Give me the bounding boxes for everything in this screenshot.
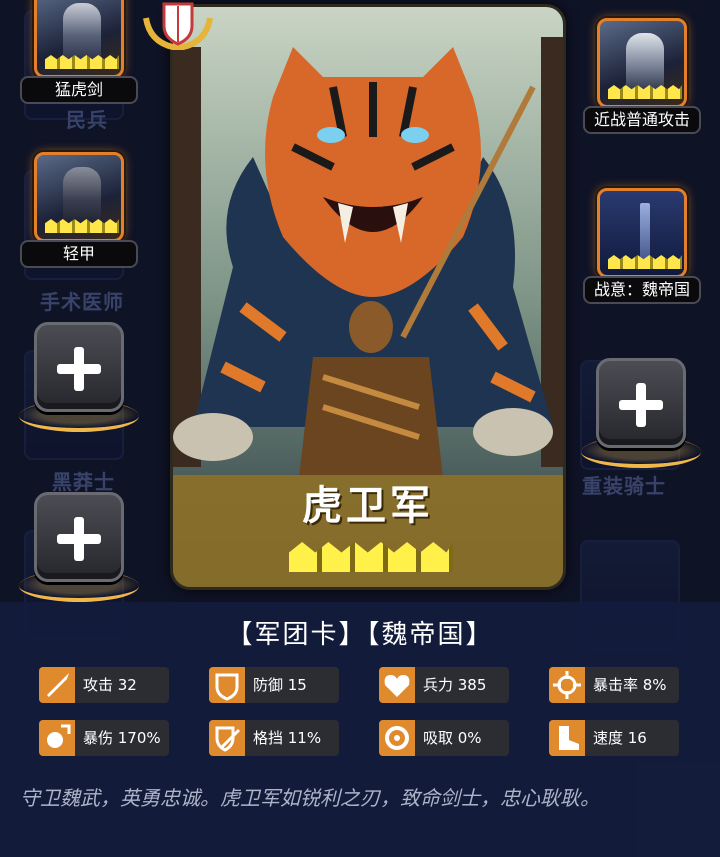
slot-label: 猛虎剑 <box>20 76 138 104</box>
background-label: 黑莽士 <box>52 470 115 494</box>
legion-card[interactable]: 虎卫军 <box>170 4 566 590</box>
stat-crit-rate: 暴击率 8% <box>549 667 679 703</box>
boot-icon <box>549 720 585 756</box>
stat-attack: 攻击 32 <box>39 667 169 703</box>
stat-label: 格挡 11% <box>253 729 322 747</box>
stat-defense: 防御 15 <box>209 667 339 703</box>
background-label: 民兵 <box>66 108 108 132</box>
slot-label: 战意：魏帝国 <box>583 276 701 304</box>
plus-icon <box>34 322 124 412</box>
absorb-icon <box>379 720 415 756</box>
stat-label: 速度 16 <box>593 729 647 747</box>
hero-name: 虎卫军 <box>302 483 434 529</box>
melee-attack-icon <box>597 18 687 108</box>
plus-icon <box>34 492 124 582</box>
skill-slot-passive[interactable]: 战意：魏帝国 <box>583 188 701 304</box>
skill-slot-attack[interactable]: 近战普通攻击 <box>583 18 701 134</box>
stat-block: 格挡 11% <box>209 720 339 756</box>
tiger-sword-icon <box>34 0 124 78</box>
stat-label: 吸取 0% <box>423 729 482 747</box>
parry-icon <box>209 720 245 756</box>
empty-slot-button[interactable] <box>581 358 701 478</box>
light-armor-icon <box>34 152 124 242</box>
stat-label: 兵力 385 <box>423 676 487 694</box>
card-tags: 【军团卡】【魏帝国】 <box>226 620 494 650</box>
stat-speed: 速度 16 <box>549 720 679 756</box>
sword-icon <box>39 667 75 703</box>
stat-label: 暴伤 170% <box>83 729 161 747</box>
stat-lifesteal: 吸取 0% <box>379 720 509 756</box>
background-label: 手术医师 <box>40 290 124 314</box>
equip-slot-weapon[interactable]: 猛虎剑 <box>20 0 138 104</box>
crosshair-icon <box>549 667 585 703</box>
stat-troops: 兵力 385 <box>379 667 509 703</box>
slot-label: 轻甲 <box>20 240 138 268</box>
shield-icon <box>209 667 245 703</box>
burst-icon <box>39 720 75 756</box>
stat-label: 攻击 32 <box>83 676 137 694</box>
shield-laurel-icon <box>143 2 213 50</box>
empty-slot-button[interactable] <box>19 322 139 442</box>
plus-icon <box>596 358 686 448</box>
sword-aura-icon <box>597 188 687 278</box>
card-description: 守卫魏武，英勇忠诚。虎卫军如锐利之刃，致命剑士，忠心耿耿。 <box>20 786 600 810</box>
stat-label: 暴击率 8% <box>593 676 667 694</box>
equip-slot-armor[interactable]: 轻甲 <box>20 152 138 268</box>
info-panel: 【军团卡】【魏帝国】 攻击 32 防御 15 兵力 385 暴击率 8% 暴伤 … <box>0 602 720 857</box>
stat-crit-damage: 暴伤 170% <box>39 720 169 756</box>
stat-label: 防御 15 <box>253 676 307 694</box>
slot-label: 近战普通攻击 <box>583 106 701 134</box>
empty-slot-button[interactable] <box>19 492 139 612</box>
heart-icon <box>379 667 415 703</box>
